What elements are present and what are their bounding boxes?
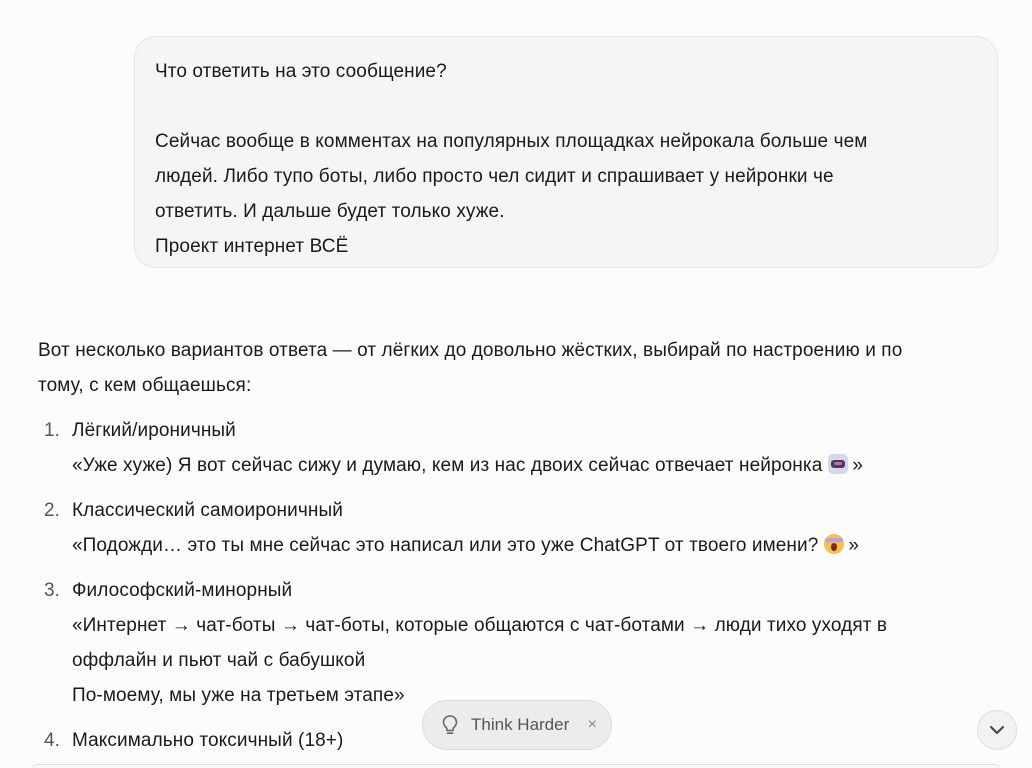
- quote-close: »: [852, 455, 864, 476]
- user-message-bubble: Что ответить на это сообщение? Сейчас во…: [134, 36, 998, 268]
- list-item-number: 2.: [44, 500, 61, 521]
- list-item-number: 3.: [44, 580, 61, 601]
- list-item: 2. Классический самоироничный «Подожди… …: [38, 493, 998, 563]
- user-message-line: Что ответить на это сообщение?: [155, 61, 447, 82]
- list-item-text: «Подожди… это ты мне сейчас это написал …: [72, 535, 819, 556]
- assistant-intro: Вот несколько вариантов ответа — от лёгк…: [38, 333, 998, 403]
- list-item-text-row: «Подожди… это ты мне сейчас это написал …: [72, 528, 998, 563]
- list-item: 3. Философский-минорный «Интернет → чат-…: [38, 573, 998, 713]
- user-message-line: Проект интернет ВСЁ: [155, 236, 349, 257]
- intro-line: Вот несколько вариантов ответа — от лёгк…: [38, 340, 903, 361]
- intro-line: тому, с кем общаешься:: [38, 375, 252, 396]
- list-item-title: Философский-минорный: [72, 580, 293, 601]
- list-item-number: 1.: [44, 420, 61, 441]
- robot-icon: [828, 454, 849, 474]
- think-harder-label: Think Harder: [471, 715, 570, 734]
- composer-box-edge: [30, 764, 1002, 768]
- scream-icon: [824, 534, 845, 554]
- list-item-number: 4.: [44, 730, 61, 751]
- list-item-text: «Уже хуже) Я вот сейчас сижу и думаю, ке…: [72, 455, 823, 476]
- list-item: 1. Лёгкий/ироничный «Уже хуже) Я вот сей…: [38, 413, 998, 483]
- think-harder-button[interactable]: Think Harder ×: [422, 700, 612, 750]
- list-item-text: оффлайн и пьют чай с бабушкой: [72, 650, 366, 671]
- scroll-down-button[interactable]: [977, 710, 1017, 750]
- quote-close: »: [848, 535, 860, 556]
- close-icon[interactable]: ×: [588, 716, 597, 734]
- lightbulb-icon: [442, 715, 458, 735]
- user-message-line: Сейчас вообще в комментах на популярных …: [155, 131, 868, 152]
- list-item-title: Лёгкий/ироничный: [72, 420, 236, 441]
- list-item-title: Классический самоироничный: [72, 500, 343, 521]
- user-message-line: людей. Либо тупо боты, либо просто чел с…: [155, 166, 834, 187]
- user-message-line: ответить. И дальше будет только хуже.: [155, 201, 505, 222]
- chevron-down-icon: [990, 726, 1004, 734]
- list-item-text-row: «Уже хуже) Я вот сейчас сижу и думаю, ке…: [72, 448, 998, 483]
- chat-page: Что ответить на это сообщение? Сейчас во…: [0, 0, 1032, 768]
- list-item-text: «Интернет → чат-боты → чат-боты, которые…: [72, 615, 888, 636]
